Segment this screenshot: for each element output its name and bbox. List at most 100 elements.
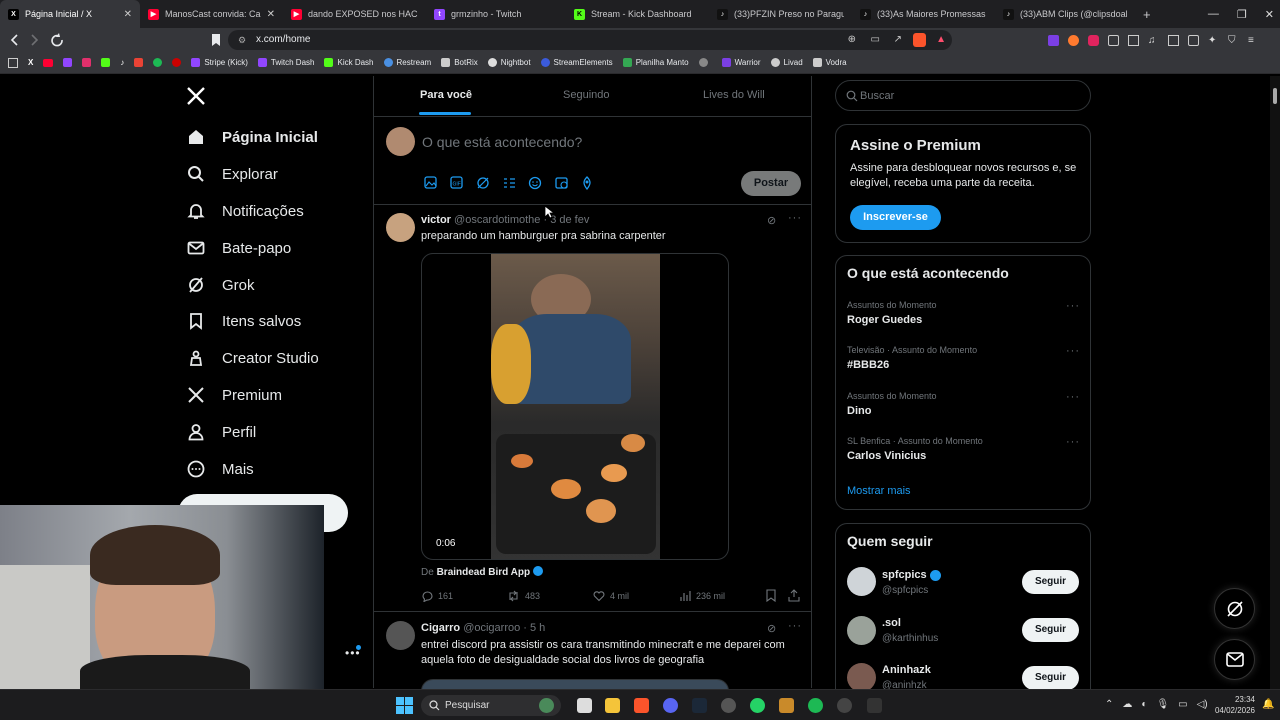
tab-lives-do-will[interactable]: Lives do Will xyxy=(703,89,765,101)
composer-input[interactable]: O que está acontecendo? xyxy=(422,134,582,150)
taskbar-search[interactable]: Pesquisar xyxy=(421,695,561,716)
microphone-icon[interactable]: 🎙 xyxy=(1156,699,1169,710)
source-link[interactable]: Braindead Bird App xyxy=(437,567,531,578)
trend-more-icon[interactable]: ··· xyxy=(1066,436,1080,448)
avatar[interactable] xyxy=(386,213,415,242)
location-icon[interactable] xyxy=(583,176,591,190)
address-bar[interactable]: ⚙ x.com/home ⊕ ▭ ↗ ▲ xyxy=(228,30,952,50)
bookmark-item[interactable]: Restream xyxy=(383,58,431,67)
tiktok-bookmark-icon[interactable]: ♪ xyxy=(120,58,124,67)
messages-float-button[interactable] xyxy=(1214,639,1255,680)
close-tab-icon[interactable]: ✕ xyxy=(267,9,275,20)
avatar[interactable] xyxy=(847,616,876,645)
steam-icon[interactable] xyxy=(692,698,707,713)
file-explorer-icon[interactable] xyxy=(605,698,620,713)
whatsapp-icon[interactable] xyxy=(750,698,765,713)
close-tab-icon[interactable]: ✕ xyxy=(124,9,132,20)
obs-icon[interactable] xyxy=(721,698,736,713)
nav-item-bookmarks[interactable]: Itens salvos xyxy=(186,305,301,337)
tray-app-icon[interactable]: ☁ xyxy=(1122,699,1132,710)
extension-icon[interactable] xyxy=(1128,34,1139,46)
grok-compose-icon[interactable] xyxy=(477,177,489,189)
close-window-icon[interactable]: ✕ xyxy=(1265,8,1274,21)
follow-button[interactable]: Seguir xyxy=(1022,570,1079,594)
bookmark-icon[interactable] xyxy=(172,58,182,67)
bookmark-star-icon[interactable] xyxy=(210,33,222,47)
follow-button[interactable]: Seguir xyxy=(1022,618,1079,642)
app-icon[interactable] xyxy=(779,698,794,713)
scrollbar-thumb[interactable] xyxy=(1273,88,1277,104)
nav-item-notifications[interactable]: Notificações xyxy=(186,195,304,227)
trend-more-icon[interactable]: ··· xyxy=(1066,391,1080,403)
forward-icon[interactable] xyxy=(31,34,39,46)
post-button[interactable]: Postar xyxy=(741,171,801,196)
site-info-icon[interactable]: ⚙ xyxy=(238,30,246,50)
brave-rewards-icon[interactable]: ▲ xyxy=(936,30,946,50)
brave-shield-icon[interactable] xyxy=(913,33,926,47)
trend-more-icon[interactable]: ··· xyxy=(1066,345,1080,357)
bookmark-item[interactable]: Livad xyxy=(770,58,803,67)
nav-item-profile[interactable]: Perfil xyxy=(186,416,256,448)
show-more-link[interactable]: Mostrar mais xyxy=(847,485,911,497)
tray-app-icon[interactable]: ◐ xyxy=(1141,699,1147,710)
subscribe-button[interactable]: Inscrever-se xyxy=(850,205,941,230)
follow-suggestion-name[interactable]: spfcpics xyxy=(882,569,927,581)
bookmark-item[interactable]: Warrior xyxy=(721,58,761,67)
app-icon[interactable] xyxy=(867,698,882,713)
taskbar-clock[interactable]: 23:34 04/02/2026 xyxy=(1205,694,1255,716)
grok-float-button[interactable] xyxy=(1214,588,1255,629)
page-scrollbar[interactable] xyxy=(1270,76,1280,689)
avatar[interactable] xyxy=(386,127,415,156)
share-icon[interactable]: ↗ xyxy=(894,30,902,50)
notification-icon[interactable]: 🔔 xyxy=(1262,699,1274,710)
trend-item[interactable]: Roger Guedes xyxy=(847,314,922,326)
bookmark-item[interactable]: StreamElements xyxy=(540,58,613,67)
app-icon[interactable] xyxy=(837,698,852,713)
nav-item-creator-studio[interactable]: Creator Studio xyxy=(186,342,319,374)
gmail-bookmark-icon[interactable] xyxy=(134,58,144,67)
extension-icon[interactable] xyxy=(1048,34,1059,46)
browser-tab[interactable]: ♪ (33)ABM Clips (@clipsdoabm) xyxy=(995,0,1135,28)
avatar[interactable] xyxy=(386,621,415,650)
tweet-more-icon[interactable]: ··· xyxy=(788,620,802,632)
nav-item-explore[interactable]: Explorar xyxy=(186,158,278,190)
new-tab-button[interactable]: + xyxy=(1135,0,1161,28)
tweet-author-name[interactable]: Cigarro xyxy=(421,622,460,634)
browser-tab[interactable]: ♪ (33)PFZIN Preso no Paraguai? xyxy=(709,0,852,28)
bookmark-item[interactable] xyxy=(698,58,712,67)
x-logo-icon[interactable] xyxy=(186,86,206,106)
avatar[interactable] xyxy=(847,567,876,596)
like-action[interactable]: 4 mil xyxy=(593,590,629,602)
reload-icon[interactable] xyxy=(51,33,63,47)
leo-ai-icon[interactable]: ✦ xyxy=(1208,35,1219,46)
poll-icon[interactable] xyxy=(504,178,515,188)
nav-item-more[interactable]: Mais xyxy=(186,453,254,485)
retweet-action[interactable]: 483 xyxy=(507,590,540,602)
gif-icon[interactable]: GIF xyxy=(450,176,463,189)
browser-tab[interactable]: ▶ dando EXPOSED nos HACKS d xyxy=(283,0,426,28)
schedule-icon[interactable] xyxy=(555,177,568,189)
grok-explain-icon[interactable]: ⊘ xyxy=(767,622,776,635)
browser-tab[interactable]: ♪ (33)As Maiores Promessas do F xyxy=(852,0,995,28)
extension-icon[interactable] xyxy=(1088,34,1099,46)
bookmark-item[interactable]: Stripe (Kick) xyxy=(191,58,248,67)
network-icon[interactable]: ▭ xyxy=(1178,699,1187,710)
grok-explain-icon[interactable]: ⊘ xyxy=(767,214,776,227)
image-icon[interactable] xyxy=(424,176,437,189)
tweet-more-icon[interactable]: ··· xyxy=(788,212,802,224)
trend-item[interactable]: Dino xyxy=(847,405,871,417)
music-icon[interactable]: ♫ xyxy=(1148,35,1159,46)
browser-tab[interactable]: X Página Inicial / X ✕ xyxy=(0,0,140,28)
search-input[interactable]: Buscar xyxy=(835,80,1091,111)
youtube-bookmark-icon[interactable] xyxy=(43,58,54,67)
nav-item-home[interactable]: Página Inicial xyxy=(186,121,318,153)
browser-tab[interactable]: ▶ ManosCast convida: Calango - ✕ xyxy=(140,0,283,28)
trend-more-icon[interactable]: ··· xyxy=(1066,300,1080,312)
back-icon[interactable] xyxy=(10,34,18,46)
twitch-bookmark-icon[interactable] xyxy=(63,58,73,67)
bookmark-tweet-icon[interactable] xyxy=(765,589,777,602)
cast-icon[interactable]: ▭ xyxy=(871,30,880,50)
tweet-time[interactable]: · 5 h xyxy=(523,622,545,634)
nav-item-premium[interactable]: Premium xyxy=(186,379,282,411)
spotify-bookmark-icon[interactable] xyxy=(153,58,163,67)
